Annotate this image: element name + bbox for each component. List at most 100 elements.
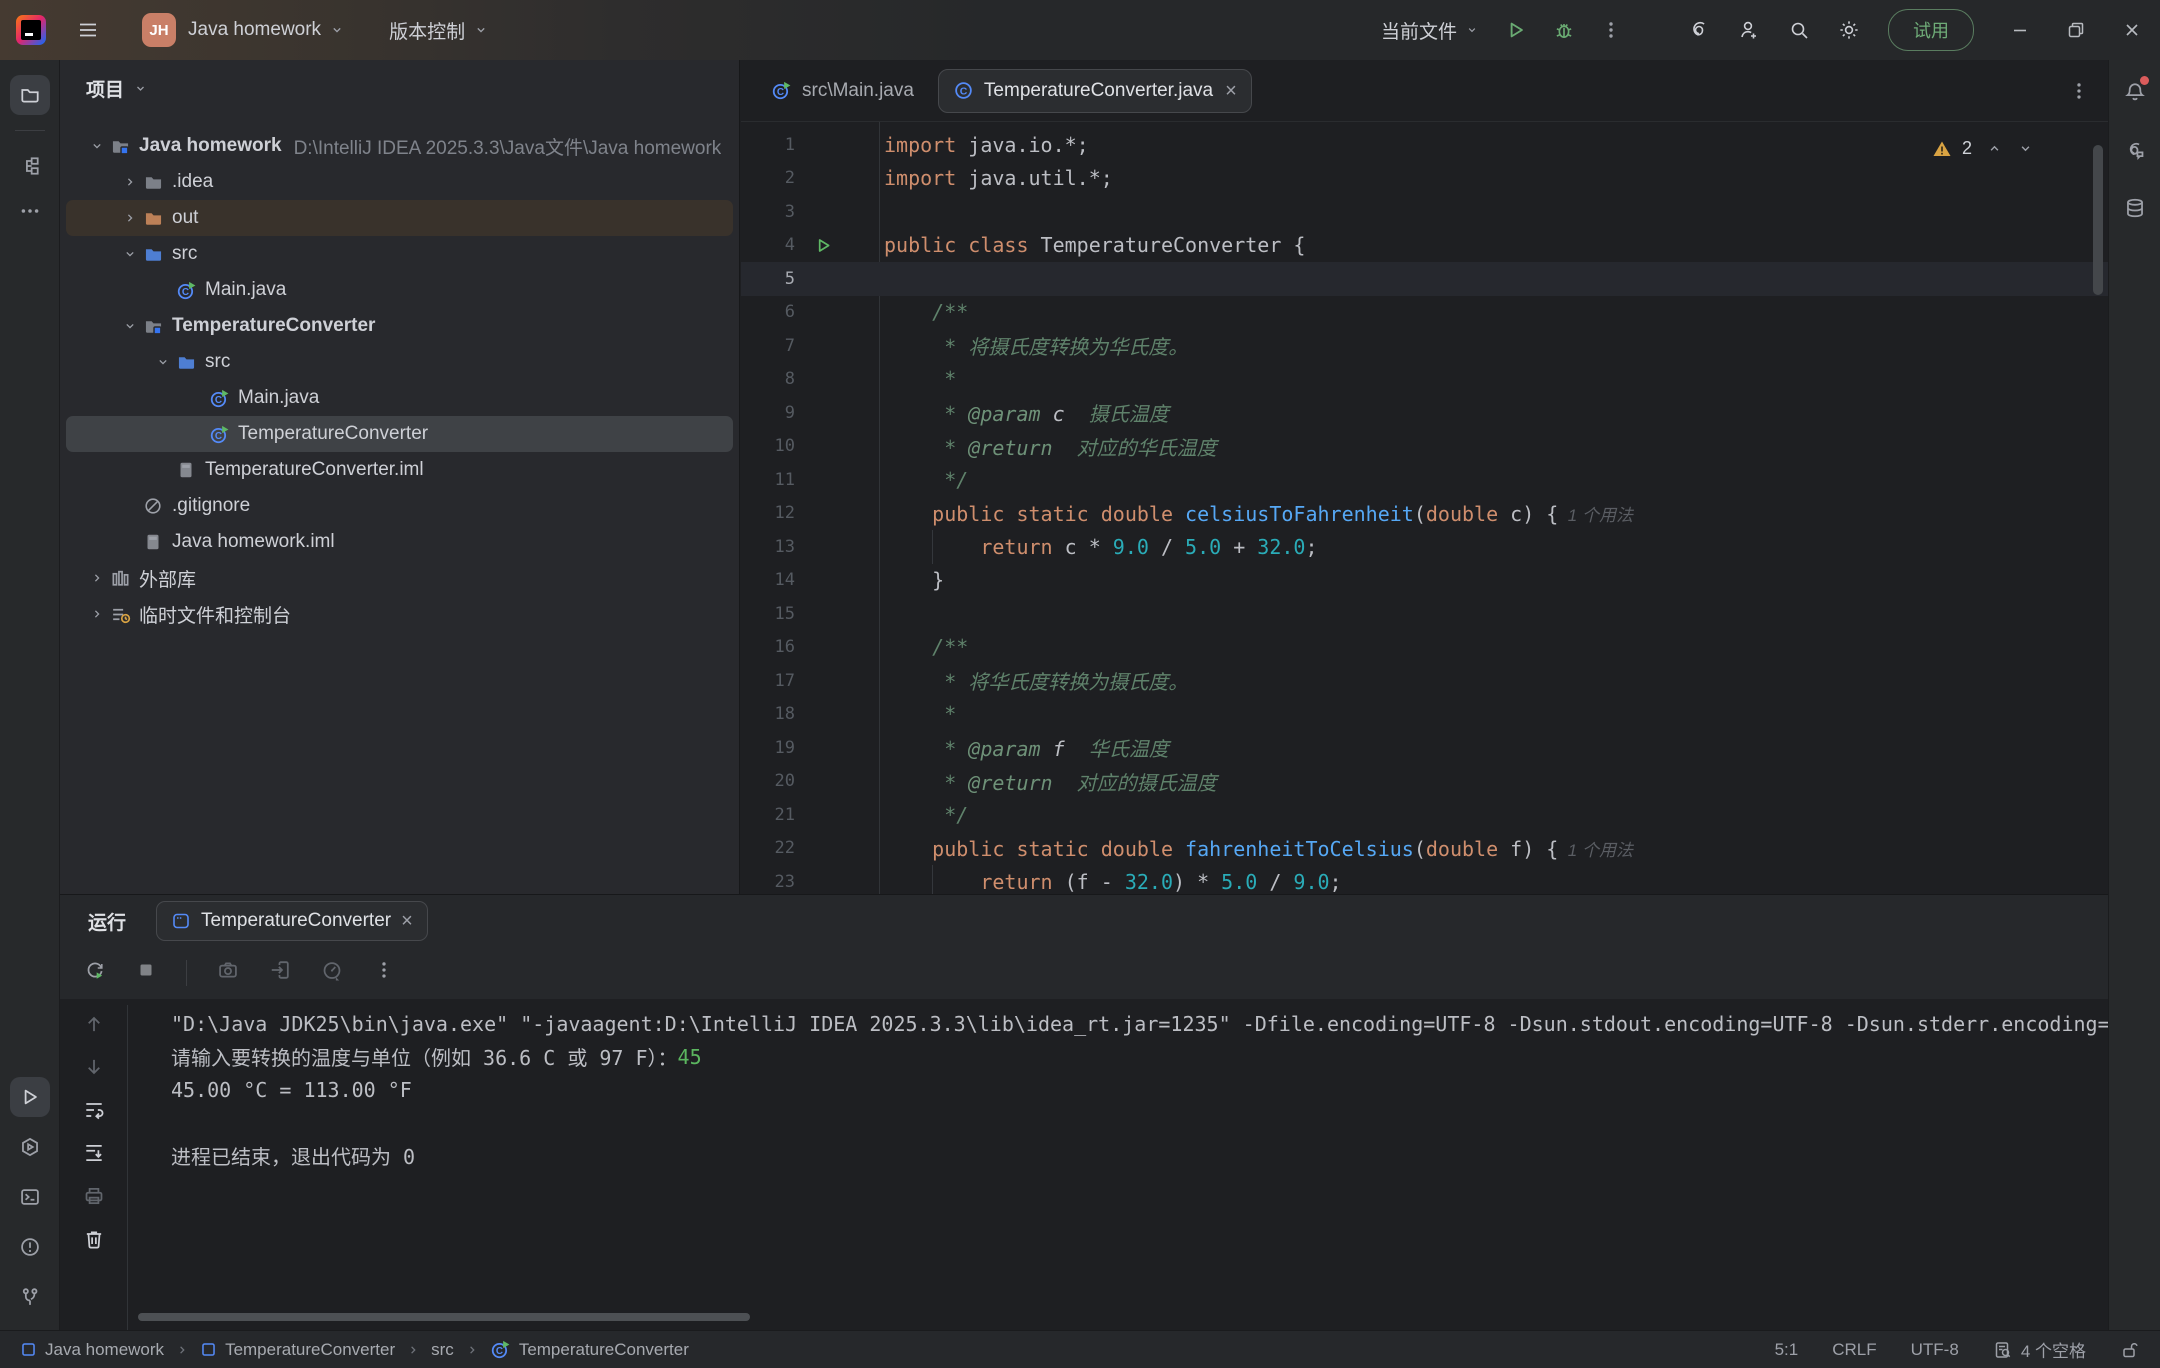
code-line-18[interactable]: 18 * (741, 698, 2108, 732)
code-line-23[interactable]: 23 return (f - 32.0) * 5.0 / 9.0; (741, 865, 2108, 894)
project-tree-item--[interactable]: 外部库 (66, 560, 733, 596)
code-line-19[interactable]: 19 * @param f 华氏温度 (741, 731, 2108, 765)
code-line-8[interactable]: 8 * (741, 363, 2108, 397)
editor-tab-src-main.java[interactable]: Csrc\Main.java (755, 60, 930, 122)
project-avatar[interactable]: JH (142, 13, 176, 47)
tree-chevron-closed-icon[interactable] (117, 210, 143, 226)
run-tab[interactable]: TemperatureConverter × (156, 901, 428, 941)
project-tree-item-out[interactable]: out (66, 200, 733, 236)
breadcrumb-item-java-homework[interactable]: Java homework (20, 1340, 164, 1360)
code-line-2[interactable]: 2import java.util.*; (741, 162, 2108, 196)
code-line-20[interactable]: 20 * @return 对应的摄氏温度 (741, 765, 2108, 799)
tool-window-button-version-control[interactable] (10, 1277, 50, 1317)
breadcrumb-item-src[interactable]: src (431, 1340, 454, 1360)
notifications-button[interactable] (2115, 72, 2155, 112)
ai-assistant-icon[interactable] (1674, 0, 1724, 60)
code-line-17[interactable]: 17 * 将华氏度转换为摄氏度。 (741, 664, 2108, 698)
breadcrumb-item-temperatureconverter[interactable]: TemperatureConverter (200, 1340, 395, 1360)
code-line-1[interactable]: 1import java.io.*; (741, 128, 2108, 162)
code-line-16[interactable]: 16 /** (741, 631, 2108, 665)
vcs-menu[interactable]: 版本控制 (389, 17, 489, 44)
tool-window-button-project[interactable] (10, 75, 50, 115)
tree-chevron-open-icon[interactable] (84, 138, 110, 154)
code-line-5[interactable]: 5 (741, 262, 2108, 296)
more-button[interactable] (373, 959, 395, 987)
print-button[interactable] (83, 1185, 105, 1213)
settings-gear-icon[interactable] (1824, 0, 1874, 60)
editor-scrollbar[interactable] (2093, 145, 2103, 295)
rerun-button[interactable] (84, 959, 106, 987)
run-button[interactable] (1492, 0, 1540, 60)
tool-window-button-terminal[interactable] (10, 1177, 50, 1217)
thread-dump-button[interactable] (217, 959, 239, 987)
prev-occurrence-button[interactable] (83, 1013, 105, 1041)
tool-window-button-more-tool-windows[interactable] (10, 191, 50, 231)
code-line-11[interactable]: 11 */ (741, 463, 2108, 497)
code-editor[interactable]: 1import java.io.*;2import java.util.*;34… (741, 122, 2108, 894)
code-line-12[interactable]: 12 public static double celsiusToFahrenh… (741, 497, 2108, 531)
code-line-21[interactable]: 21 */ (741, 798, 2108, 832)
lock-open-icon[interactable] (2120, 1340, 2140, 1360)
prev-warning-icon[interactable] (1986, 140, 2003, 157)
code-line-9[interactable]: 9 * @param c 摄氏温度 (741, 396, 2108, 430)
console-horizontal-scrollbar[interactable] (138, 1313, 750, 1321)
file-encoding[interactable]: UTF-8 (1911, 1340, 1959, 1360)
inspections-widget[interactable]: 2 (1932, 138, 2034, 159)
close-button[interactable] (2104, 0, 2160, 60)
tree-chevron-open-icon[interactable] (117, 246, 143, 262)
tool-window-button-problems[interactable] (10, 1227, 50, 1267)
code-line-3[interactable]: 3 (741, 195, 2108, 229)
project-tree-item-temperatureconverter[interactable]: TemperatureConverter (66, 308, 733, 344)
add-user-icon[interactable] (1724, 0, 1774, 60)
run-class-gutter-icon[interactable] (803, 236, 843, 255)
project-tree-item-src[interactable]: src (66, 344, 733, 380)
project-tree-item-main.java[interactable]: CMain.java (66, 272, 733, 308)
project-tree-item-temperatureconverter.iml[interactable]: TemperatureConverter.iml (66, 452, 733, 488)
line-separator[interactable]: CRLF (1832, 1340, 1876, 1360)
close-tab-icon[interactable]: × (1225, 81, 1237, 101)
attach-debugger-button[interactable] (269, 959, 291, 987)
scroll-to-end-button[interactable] (83, 1142, 105, 1170)
project-tree-item-temperatureconverter[interactable]: CTemperatureConverter (66, 416, 733, 452)
breadcrumb-item-temperatureconverter[interactable]: CTemperatureConverter (490, 1339, 689, 1360)
debug-button[interactable] (1540, 0, 1588, 60)
next-occurrence-button[interactable] (83, 1056, 105, 1084)
clear-all-button[interactable] (83, 1228, 105, 1256)
minimize-button[interactable] (1992, 0, 2048, 60)
search-icon[interactable] (1774, 0, 1824, 60)
tree-chevron-open-icon[interactable] (117, 318, 143, 334)
editor-tab-temperatureconverter.java[interactable]: CTemperatureConverter.java× (938, 69, 1252, 113)
trial-button[interactable]: 试用 (1888, 9, 1974, 51)
tree-chevron-closed-icon[interactable] (84, 606, 110, 622)
code-line-13[interactable]: 13 return c * 9.0 / 5.0 + 32.0; (741, 530, 2108, 564)
console-output[interactable]: "D:\Java JDK25\bin\java.exe" "-javaagent… (129, 1007, 2108, 1331)
tool-window-button-services[interactable] (10, 1127, 50, 1167)
project-panel-header[interactable]: 项目 (60, 60, 739, 116)
tree-chevron-closed-icon[interactable] (117, 174, 143, 190)
tool-window-button-run[interactable] (10, 1077, 50, 1117)
project-switcher[interactable]: Java homework (188, 19, 345, 41)
main-menu-icon[interactable] (76, 18, 100, 42)
project-tree-item-java-homework[interactable]: Java homeworkD:\IntelliJ IDEA 2025.3.3\J… (66, 128, 733, 164)
next-warning-icon[interactable] (2017, 140, 2034, 157)
code-line-14[interactable]: 14 } (741, 564, 2108, 598)
code-line-7[interactable]: 7 * 将摄氏度转换为华氏度。 (741, 329, 2108, 363)
project-tree-item-src[interactable]: src (66, 236, 733, 272)
code-line-4[interactable]: 4public class TemperatureConverter { (741, 229, 2108, 263)
indent-setting[interactable]: 4 个空格 (1993, 1337, 2086, 1362)
profiler-button[interactable] (321, 959, 343, 987)
soft-wrap-button[interactable] (83, 1099, 105, 1127)
close-icon[interactable]: × (401, 910, 413, 933)
code-line-15[interactable]: 15 (741, 597, 2108, 631)
tree-chevron-closed-icon[interactable] (84, 570, 110, 586)
tool-window-button-structure[interactable] (10, 146, 50, 186)
stop-button[interactable] (136, 960, 156, 986)
code-line-6[interactable]: 6 /** (741, 296, 2108, 330)
tab-options-menu[interactable] (2068, 80, 2090, 102)
project-tree-item-java-homework.iml[interactable]: Java homework.iml (66, 524, 733, 560)
restore-button[interactable] (2048, 0, 2104, 60)
project-tree-item--[interactable]: 临时文件和控制台 (66, 596, 733, 632)
project-tree-item-.idea[interactable]: .idea (66, 164, 733, 200)
database-button[interactable] (2115, 188, 2155, 228)
caret-position[interactable]: 5:1 (1775, 1340, 1799, 1360)
